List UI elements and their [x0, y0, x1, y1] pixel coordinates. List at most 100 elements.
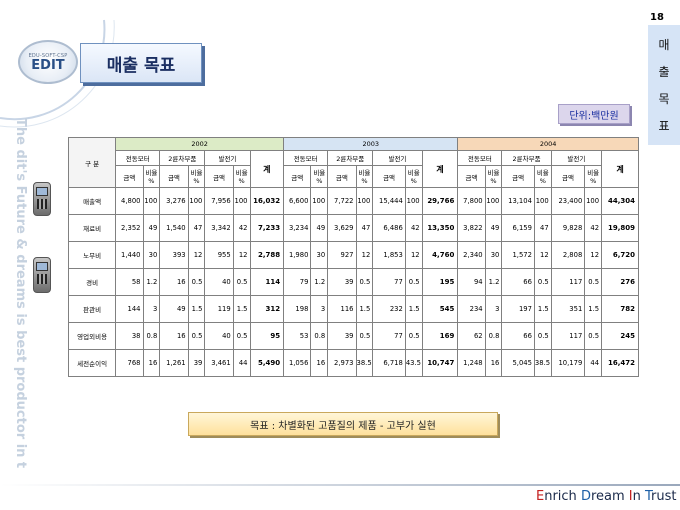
amount-cell: 1,540 — [159, 214, 189, 242]
amount-cell: 3,234 — [283, 214, 312, 242]
ratio-cell: 42 — [232, 214, 251, 242]
sub-header-ratio: 비율 % — [232, 165, 251, 188]
table-row: 영업외비용 38 0.8 16 0.5 40 0.5 95 53 0.8 39 0.5 77 0.5 169… — [67, 322, 639, 350]
total-cell: 4,760 — [421, 241, 459, 269]
amount-cell: 23,400 — [550, 187, 586, 215]
amount-cell: 1,572 — [501, 241, 535, 269]
sidebar-slogan-box: The dit's Future & dreams is best produc… — [8, 118, 36, 510]
row-label: 경비 — [67, 268, 117, 296]
sub-header-ratio: 비율 % — [404, 165, 423, 188]
ratio-cell: 1.5 — [232, 295, 251, 323]
page-number: 18 — [650, 12, 664, 23]
total-cell: 44,304 — [601, 187, 639, 215]
amount-cell: 7,956 — [204, 187, 234, 215]
amount-cell: 2,808 — [550, 241, 586, 269]
amount-cell: 1,853 — [372, 241, 406, 269]
row-header-cell: 구 분 — [67, 137, 117, 188]
amount-cell: 2,973 — [327, 349, 357, 377]
ratio-cell: 43.5 — [404, 349, 423, 377]
ratio-cell: 30 — [484, 241, 503, 269]
table-row: 세전순이익 768 16 1,261 39 3,461 44 5,490 1,056 16 2,97… — [67, 349, 639, 377]
row-label: 매출액 — [67, 187, 117, 215]
sub-header-amount: 금액 — [115, 165, 144, 188]
total-header: 계 — [249, 150, 285, 188]
sub-header-amount: 금액 — [372, 165, 406, 188]
ratio-cell: 47 — [187, 214, 206, 242]
amount-cell: 40 — [204, 322, 234, 350]
total-cell: 19,809 — [601, 214, 639, 242]
ratio-cell: 100 — [533, 187, 552, 215]
sub-header-amount: 금액 — [159, 165, 189, 188]
amount-cell: 16 — [159, 268, 189, 296]
amount-cell: 15,444 — [372, 187, 406, 215]
amount-cell: 1,248 — [457, 349, 486, 377]
total-cell: 95 — [249, 322, 285, 350]
ratio-cell: 3 — [310, 295, 329, 323]
sub-header-amount: 금액 — [327, 165, 357, 188]
ratio-cell: 1.2 — [142, 268, 161, 296]
row-label: 재료비 — [67, 214, 117, 242]
phone-image — [33, 257, 51, 293]
amount-cell: 58 — [115, 268, 144, 296]
sales-target-table: 구 분 2002 2003 2004 전동모터 2륜차부품 발전기 계 전동모터… — [67, 137, 639, 377]
ratio-cell: 0.5 — [533, 322, 552, 350]
sidebar-slogan: The dit's Future & dreams is best produc… — [13, 118, 28, 468]
amount-cell: 4,800 — [115, 187, 144, 215]
row-label: 노무비 — [67, 241, 117, 269]
amount-cell: 7,722 — [327, 187, 357, 215]
ratio-cell: 100 — [142, 187, 161, 215]
unit-label: 단위:백만원 — [569, 110, 619, 122]
goal-banner: 목표 : 차별화된 고품질의 제품 - 고부가 실현 — [188, 412, 498, 436]
table-row: 재료비 2,352 49 1,540 47 3,342 42 7,233 3,234 49 3,62… — [67, 214, 639, 242]
amount-cell: 6,159 — [501, 214, 535, 242]
group-header: 전동모터 — [457, 150, 503, 166]
amount-cell: 1,980 — [283, 241, 312, 269]
ratio-cell: 16 — [484, 349, 503, 377]
ratio-cell: 47 — [533, 214, 552, 242]
amount-cell: 117 — [550, 268, 586, 296]
ratio-cell: 16 — [310, 349, 329, 377]
sub-header-amount: 금액 — [550, 165, 586, 188]
total-cell: 5,490 — [249, 349, 285, 377]
total-cell: 10,747 — [421, 349, 459, 377]
ratio-cell: 1.5 — [187, 295, 206, 323]
amount-cell: 232 — [372, 295, 406, 323]
ratio-cell: 30 — [310, 241, 329, 269]
amount-cell: 53 — [283, 322, 312, 350]
unit-label-box: 단위:백만원 — [558, 104, 630, 124]
total-cell: 245 — [601, 322, 639, 350]
group-header: 발전기 — [550, 150, 603, 166]
amount-cell: 7,800 — [457, 187, 486, 215]
total-cell: 782 — [601, 295, 639, 323]
total-cell: 6,720 — [601, 241, 639, 269]
ratio-cell: 0.5 — [404, 268, 423, 296]
total-cell: 312 — [249, 295, 285, 323]
amount-cell: 38 — [115, 322, 144, 350]
group-header: 전동모터 — [115, 150, 161, 166]
amount-cell: 9,828 — [550, 214, 586, 242]
ratio-cell: 12 — [187, 241, 206, 269]
sub-header-ratio: 비율 % — [187, 165, 206, 188]
section-tab-char: 표 — [658, 119, 670, 133]
total-header: 계 — [421, 150, 459, 188]
row-label: 세전순이익 — [67, 349, 117, 377]
footer-divider — [0, 484, 680, 486]
sub-header-ratio: 비율 % — [355, 165, 374, 188]
total-cell: 13,350 — [421, 214, 459, 242]
ratio-cell: 42 — [404, 214, 423, 242]
amount-cell: 39 — [327, 322, 357, 350]
amount-cell: 393 — [159, 241, 189, 269]
ratio-cell: 0.8 — [484, 322, 503, 350]
amount-cell: 234 — [457, 295, 486, 323]
section-tab[interactable]: 매 출 목 표 — [648, 25, 680, 145]
ratio-cell: 1.2 — [310, 268, 329, 296]
ratio-cell: 100 — [484, 187, 503, 215]
amount-cell: 6,486 — [372, 214, 406, 242]
table-row: 노무비 1,440 30 393 12 955 12 2,788 1,980 30 927 12 1,8… — [67, 241, 639, 269]
ratio-cell: 0.5 — [232, 268, 251, 296]
amount-cell: 66 — [501, 268, 535, 296]
ratio-cell: 44 — [232, 349, 251, 377]
ratio-cell: 12 — [232, 241, 251, 269]
amount-cell: 116 — [327, 295, 357, 323]
amount-cell: 66 — [501, 322, 535, 350]
